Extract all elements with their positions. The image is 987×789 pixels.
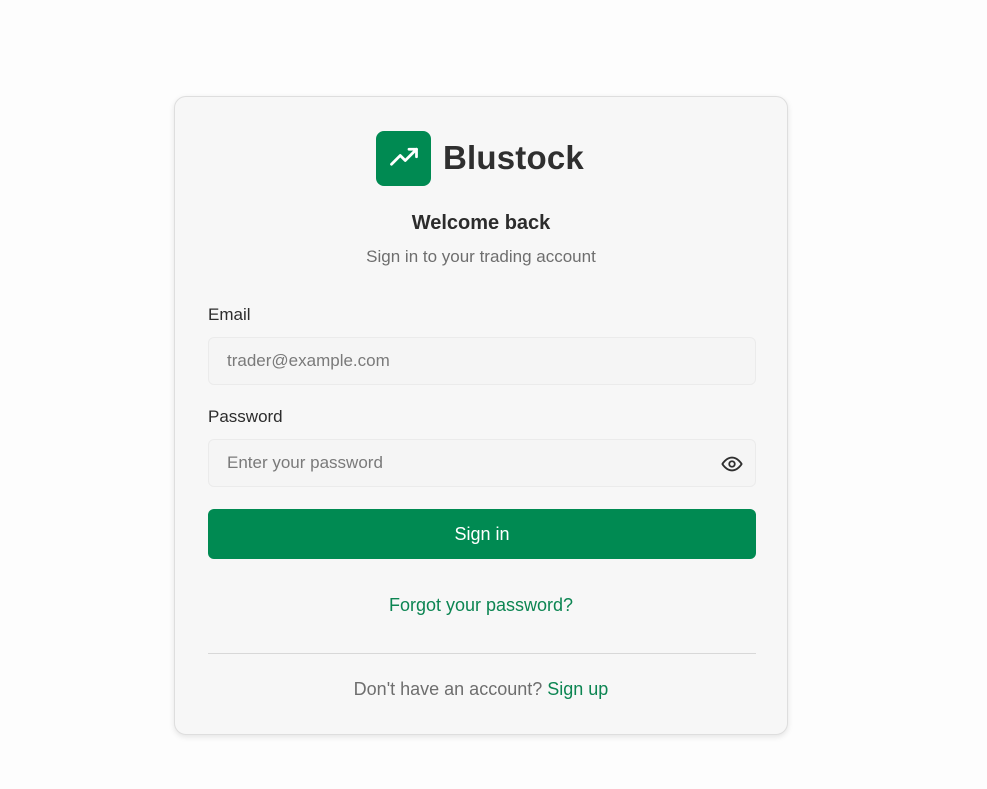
page-subtitle: Sign in to your trading account [366,247,596,266]
sign-in-button[interactable]: Sign in [208,509,756,559]
brand-logo [376,130,431,186]
login-card: Blustock Welcome back Sign in to your tr… [174,96,788,735]
signup-prompt: Don't have an account? [353,679,543,699]
password-label: Password [208,407,283,426]
email-field[interactable] [209,338,755,384]
forgot-password-link[interactable]: Forgot your password? [175,595,787,616]
divider [208,653,756,654]
sign-up-link[interactable]: Sign up [547,679,608,699]
email-label: Email [208,305,251,324]
password-field-wrapper [208,439,756,487]
trending-up-icon [389,147,418,166]
brand-name: Blustock [443,139,584,176]
signup-footer: Don't have an account? Sign up [175,679,787,700]
eye-icon[interactable] [721,453,743,475]
page-title: Welcome back [411,212,551,234]
brand: Blustock [376,130,584,186]
email-field-wrapper [208,337,756,385]
password-field[interactable] [209,440,755,486]
